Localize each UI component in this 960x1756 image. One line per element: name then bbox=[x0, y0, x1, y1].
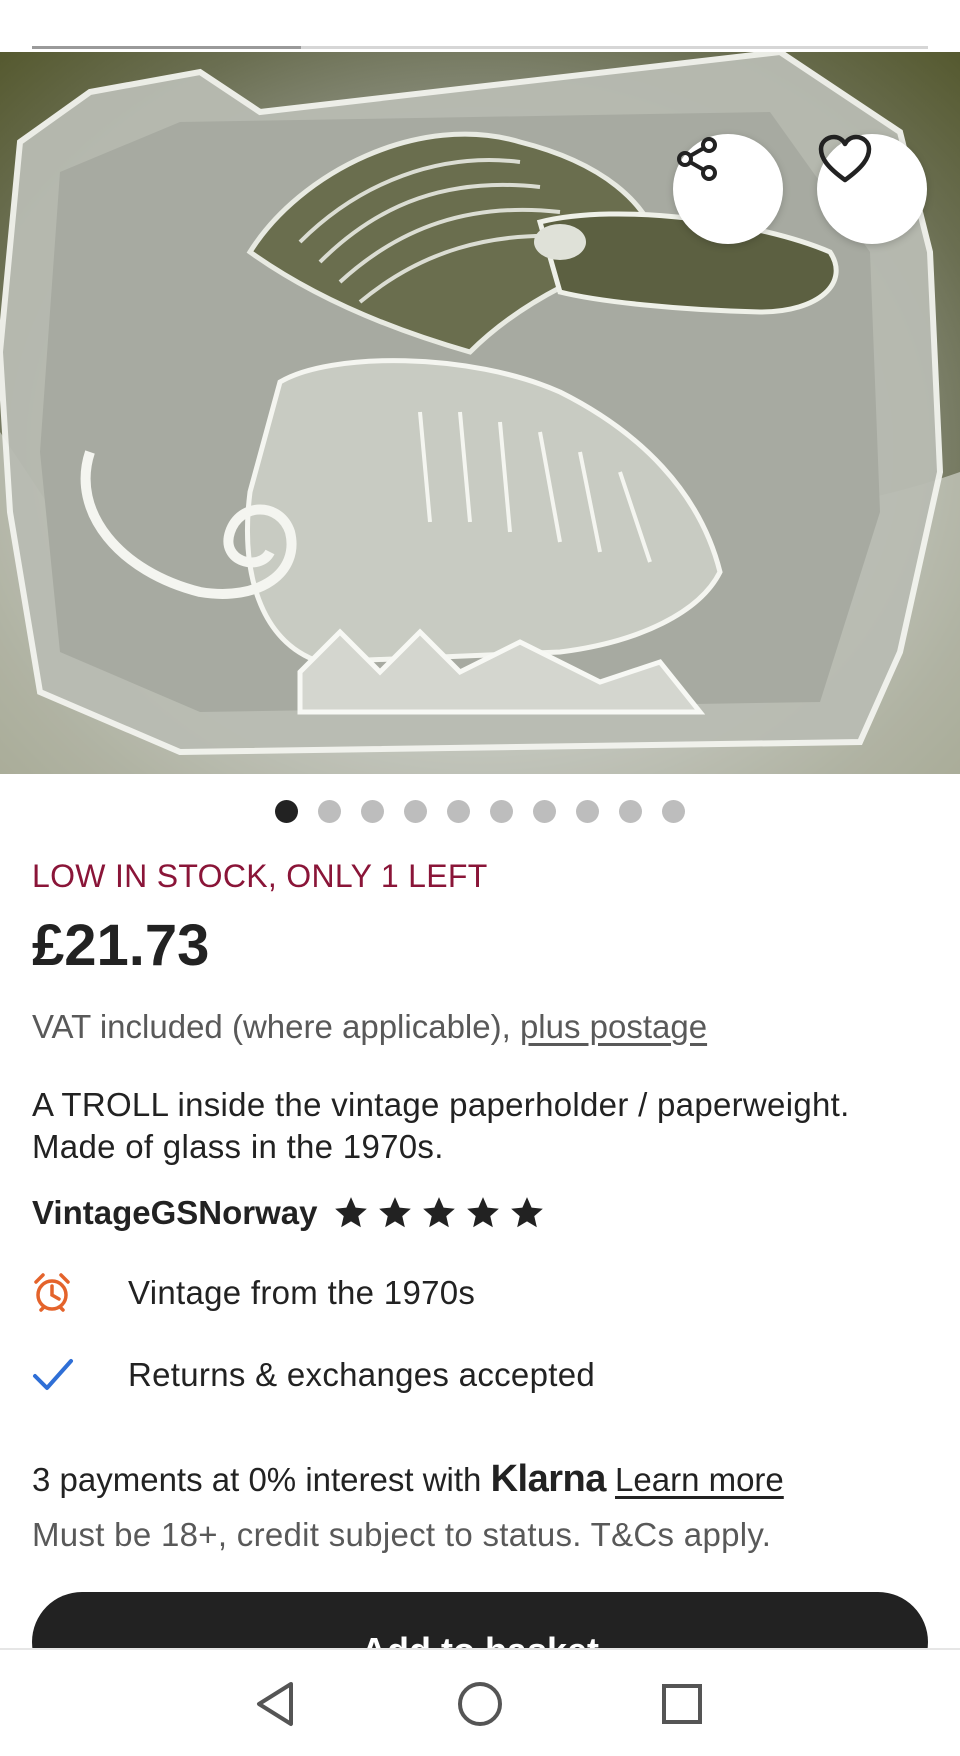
checkmark-icon bbox=[32, 1352, 82, 1398]
back-triangle-icon[interactable] bbox=[245, 1676, 305, 1732]
klarna-payment-line: 3 payments at 0% interest with Klarna Le… bbox=[32, 1458, 784, 1501]
star-icon bbox=[467, 1197, 500, 1228]
carousel-dot[interactable] bbox=[662, 800, 685, 823]
klarna-prefix: 3 payments at 0% interest with bbox=[32, 1461, 491, 1498]
carousel-dot[interactable] bbox=[318, 800, 341, 823]
price: £21.73 bbox=[32, 913, 210, 978]
star-rating bbox=[331, 1194, 547, 1232]
product-image[interactable] bbox=[0, 52, 960, 774]
favourite-button[interactable] bbox=[817, 134, 927, 244]
stock-notice: LOW IN STOCK, ONLY 1 LEFT bbox=[32, 858, 488, 894]
carousel-dot[interactable] bbox=[533, 800, 556, 823]
recents-square-icon[interactable] bbox=[652, 1676, 712, 1732]
star-icon bbox=[423, 1197, 456, 1228]
glass-troll-paperweight-illustration bbox=[0, 52, 960, 774]
carousel-dot[interactable] bbox=[490, 800, 513, 823]
feature-vintage: Vintage from the 1970s bbox=[32, 1270, 475, 1316]
carousel-dot[interactable] bbox=[619, 800, 642, 823]
feature-returns-text: Returns & exchanges accepted bbox=[128, 1356, 596, 1393]
heart-icon bbox=[818, 134, 872, 183]
carousel-dot[interactable] bbox=[361, 800, 384, 823]
carousel-dot[interactable] bbox=[447, 800, 470, 823]
vat-text: VAT included (where applicable), bbox=[32, 1008, 520, 1045]
star-icon bbox=[335, 1197, 368, 1228]
gallery-progress-track bbox=[32, 46, 928, 49]
shop-rating-row[interactable]: VintageGSNorway bbox=[32, 1190, 547, 1236]
item-title: A TROLL inside the vintage paperholder /… bbox=[32, 1086, 850, 1165]
gallery-progress-fill bbox=[32, 46, 301, 49]
home-circle-icon[interactable] bbox=[450, 1676, 510, 1732]
klarna-learn-more-link[interactable]: Learn more bbox=[615, 1461, 784, 1498]
shop-name[interactable]: VintageGSNorway bbox=[32, 1194, 317, 1232]
credit-disclaimer: Must be 18+, credit subject to status. T… bbox=[32, 1516, 772, 1553]
alarm-clock-icon bbox=[32, 1270, 82, 1316]
klarna-logo: Klarna bbox=[490, 1458, 607, 1500]
postage-link[interactable]: plus postage bbox=[520, 1008, 707, 1045]
star-icon bbox=[511, 1197, 544, 1228]
top-header bbox=[0, 0, 960, 52]
carousel-dot[interactable] bbox=[404, 800, 427, 823]
image-carousel-dots bbox=[0, 800, 960, 824]
vat-notice: VAT included (where applicable), plus po… bbox=[32, 1008, 707, 1046]
feature-vintage-text: Vintage from the 1970s bbox=[128, 1274, 476, 1311]
share-icon bbox=[677, 137, 717, 181]
feature-returns: Returns & exchanges accepted bbox=[32, 1352, 595, 1398]
carousel-dot[interactable] bbox=[576, 800, 599, 823]
star-icon bbox=[379, 1197, 412, 1228]
system-navigation-bar bbox=[0, 1648, 960, 1756]
share-button[interactable] bbox=[673, 134, 783, 244]
carousel-dot[interactable] bbox=[275, 800, 298, 823]
